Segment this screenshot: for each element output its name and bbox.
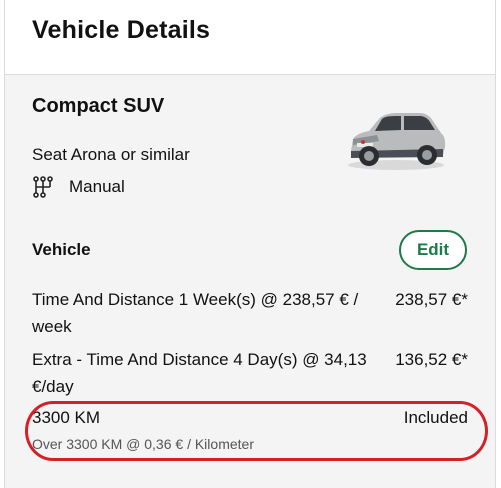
panel-header: Vehicle Details <box>5 0 495 75</box>
page-title: Vehicle Details <box>32 16 211 44</box>
vehicle-model: Seat Arona or similar <box>32 145 190 164</box>
vehicle-category: Compact SUV <box>32 95 165 117</box>
transmission-label: Manual <box>69 177 125 196</box>
section-title-vehicle: Vehicle <box>32 240 91 259</box>
transmission-row: Manual <box>32 175 125 199</box>
line-item-label: Time And Distance 1 Week(s) @ 238,57 € /… <box>32 290 359 336</box>
gearshift-icon <box>33 176 53 198</box>
vehicle-card: Compact SUV Seat Arona or similar Manual… <box>5 75 495 488</box>
mileage-note: Over 3300 KM @ 0,36 € / Kilometer <box>32 436 254 452</box>
car-image <box>348 113 446 170</box>
mileage-status: Included <box>403 408 468 427</box>
line-item-price: 238,57 €* <box>395 290 468 309</box>
line-item-price: 136,52 €* <box>395 350 468 369</box>
vehicle-details-panel: Vehicle Details Compact SUV Seat Arona o… <box>4 0 496 488</box>
line-item-label: Extra - Time And Distance 4 Day(s) @ 34,… <box>32 350 367 396</box>
edit-button[interactable]: Edit <box>399 230 467 270</box>
mileage-label: 3300 KM <box>32 408 101 427</box>
